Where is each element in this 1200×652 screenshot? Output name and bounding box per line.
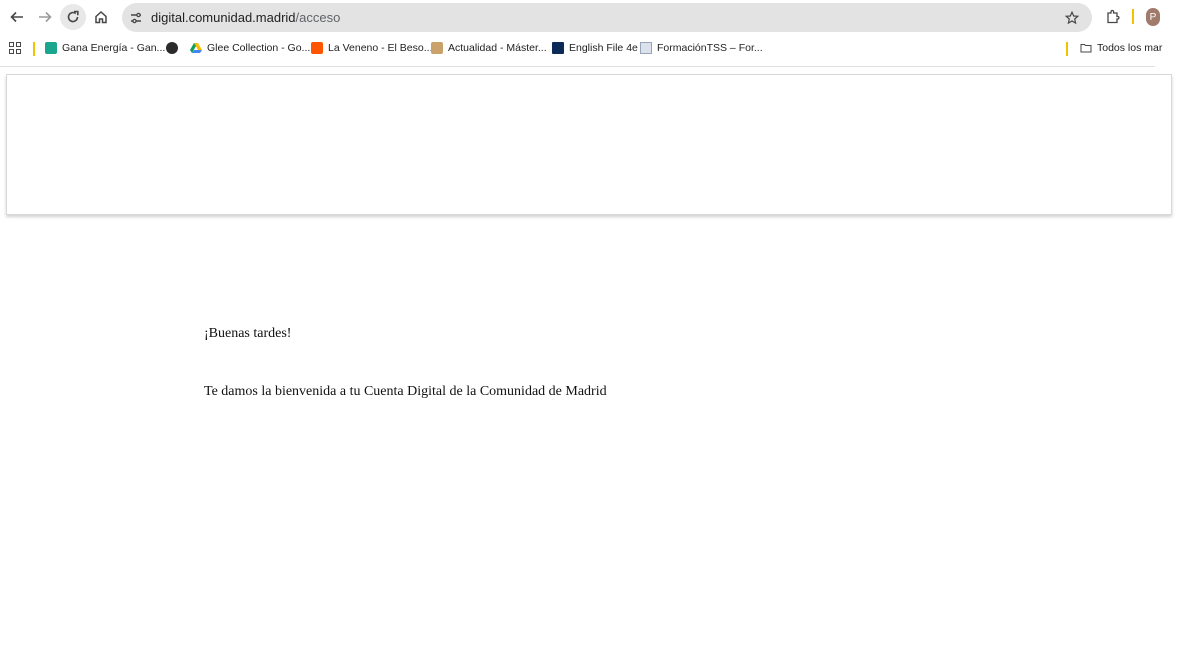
bookmark-english-file[interactable]: English File 4e	[552, 42, 638, 54]
soundcloud-icon	[311, 42, 323, 54]
bookmark-gana-energia[interactable]: Gana Energía - Gan...	[45, 42, 165, 54]
globe-icon	[166, 42, 178, 54]
greeting-text: ¡Buenas tardes!	[204, 326, 292, 341]
welcome-text: Te damos la bienvenida a tu Cuenta Digit…	[204, 384, 607, 399]
bookmark-glee-collection[interactable]: Glee Collection - Go...	[190, 42, 310, 54]
actualidad-icon	[431, 42, 443, 54]
address-bar[interactable]: digital.comunidad.madrid/acceso	[122, 3, 1092, 32]
bookmark-globe[interactable]	[166, 42, 183, 54]
bookmarks-separator	[33, 42, 35, 56]
profile-avatar[interactable]: P	[1146, 8, 1160, 26]
extensions-icon	[1107, 9, 1120, 24]
bookmarks-separator-right	[1066, 42, 1068, 56]
bookmark-la-veneno[interactable]: La Veneno - El Beso...	[311, 42, 433, 54]
oxford-icon	[552, 42, 564, 54]
forward-arrow-icon	[39, 11, 52, 23]
gana-energia-icon	[45, 42, 57, 54]
reload-icon	[67, 10, 79, 23]
bookmark-label: English File 4e	[569, 42, 638, 54]
toolbar-separator	[1132, 9, 1134, 24]
tss-icon	[640, 42, 652, 54]
apps-button[interactable]	[9, 42, 21, 54]
bookmark-formacion-tss[interactable]: FormaciónTSS – For...	[640, 42, 763, 54]
all-bookmarks-label: Todos los mar	[1097, 42, 1163, 54]
folder-icon	[1080, 44, 1092, 53]
url-path: /acceso	[295, 10, 341, 25]
bookmark-star-button[interactable]	[1062, 8, 1082, 28]
forward-button[interactable]	[32, 4, 58, 30]
toolbar-divider	[0, 66, 1155, 67]
bookmark-label: FormaciónTSS – For...	[657, 42, 763, 54]
back-button[interactable]	[4, 4, 30, 30]
back-arrow-icon	[10, 11, 23, 23]
star-icon	[1065, 11, 1079, 25]
apps-grid-icon	[9, 42, 21, 54]
home-button[interactable]	[88, 4, 114, 30]
bookmark-label: La Veneno - El Beso...	[328, 42, 433, 54]
reload-button[interactable]	[60, 4, 86, 30]
page-header-box	[6, 74, 1172, 215]
site-info-icon[interactable]	[128, 10, 144, 26]
bookmark-label: Gana Energía - Gan...	[62, 42, 166, 54]
bookmark-label: Actualidad - Máster...	[448, 42, 547, 54]
extensions-button[interactable]	[1100, 4, 1126, 30]
browser-toolbar: digital.comunidad.madrid/acceso P	[0, 0, 1200, 36]
home-icon	[95, 10, 107, 24]
all-bookmarks-folder[interactable]: Todos los mar	[1080, 42, 1162, 54]
url-text: digital.comunidad.madrid/acceso	[151, 10, 340, 25]
bookmark-actualidad[interactable]: Actualidad - Máster...	[431, 42, 547, 54]
google-drive-icon	[190, 43, 202, 53]
url-host: digital.comunidad.madrid	[151, 10, 296, 25]
bookmark-label: Glee Collection - Go...	[207, 42, 311, 54]
